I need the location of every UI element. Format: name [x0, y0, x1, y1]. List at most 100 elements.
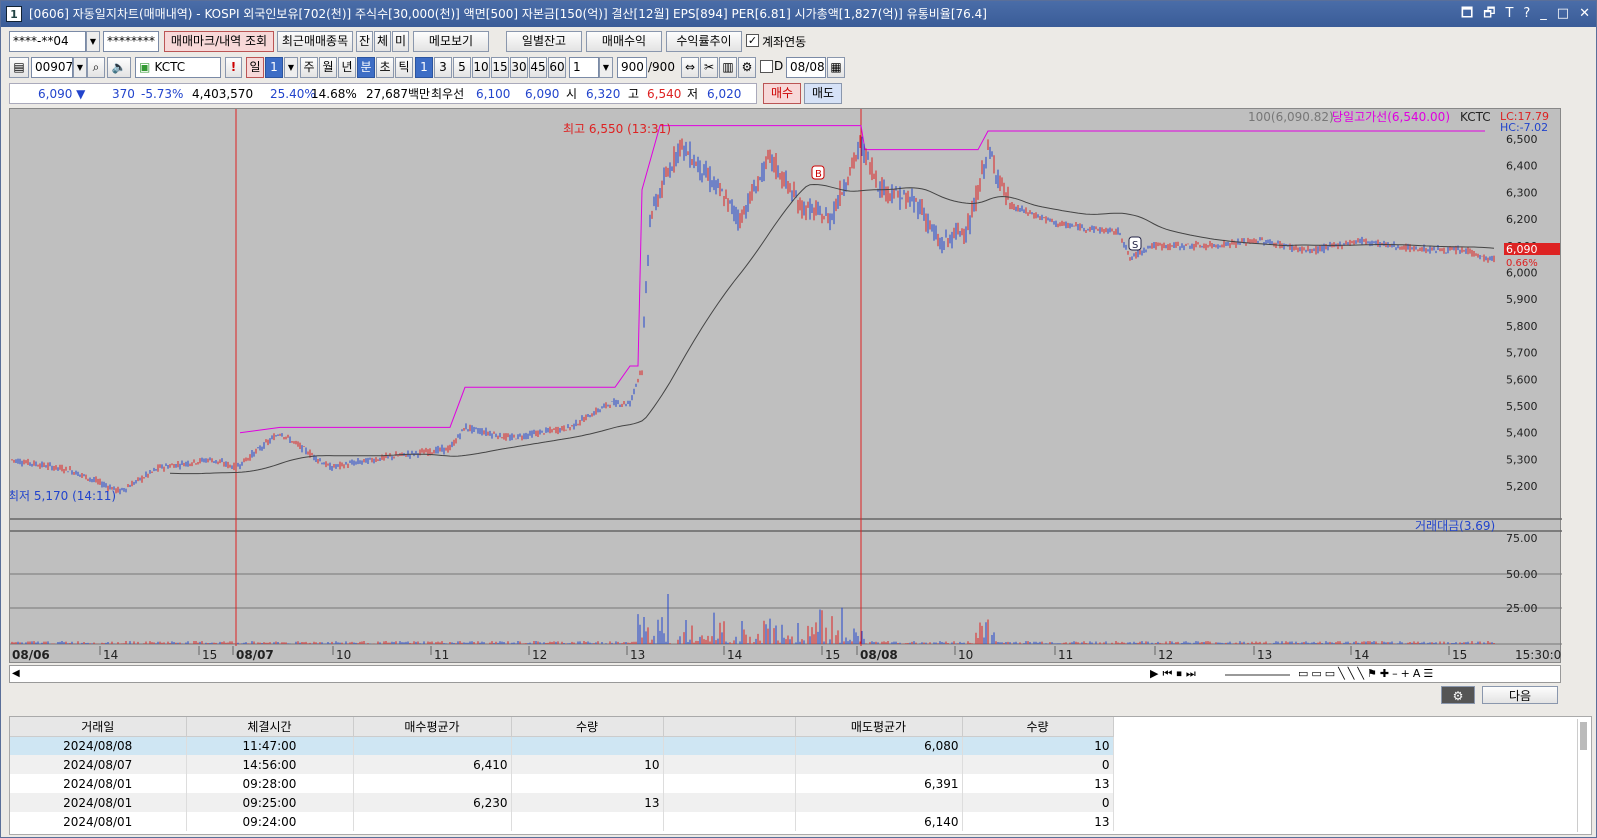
table-row[interactable]: 2024/08/01 09:25:00 6,230 13 0 — [10, 793, 1114, 812]
price-tick-label: 5,300 — [1506, 453, 1538, 466]
count-field[interactable]: 900 — [617, 57, 647, 78]
interval-field[interactable]: 1 — [569, 57, 599, 78]
balance-button[interactable]: 잔 — [356, 31, 373, 52]
table-cell: 10 — [962, 736, 1114, 755]
account-link-checkbox[interactable]: ✓ — [746, 34, 759, 47]
cursor-icon[interactable]: ✂ — [700, 57, 718, 78]
buy-marker[interactable]: B — [811, 165, 825, 180]
interval-dropdown-icon[interactable]: ▼ — [599, 57, 613, 78]
time-tick-label: 08/08 — [860, 648, 898, 662]
price-chart[interactable]: 6,5006,4006,3006,2006,1006,0005,9005,800… — [9, 108, 1562, 664]
col-buy-qty[interactable]: 수량 — [511, 717, 664, 737]
time-tick-label: 14 — [727, 648, 742, 662]
time-tick-label: 11 — [1058, 648, 1073, 662]
settings-icon[interactable]: ⚙ — [738, 57, 756, 78]
font-icon[interactable]: T — [1505, 1, 1513, 27]
restore-icon[interactable]: 🗗 — [1483, 1, 1495, 27]
zoom-icon[interactable]: ⇔ — [681, 57, 699, 78]
pin-icon[interactable]: 🗖 — [1461, 1, 1473, 27]
period-tick[interactable]: 틱 — [395, 57, 413, 78]
account-dropdown-icon[interactable]: ▼ — [86, 31, 100, 52]
col-sell-qty[interactable]: 수량 — [962, 717, 1114, 737]
executed-button[interactable]: 체 — [374, 31, 391, 52]
sell-marker[interactable]: S — [1128, 236, 1142, 251]
window-title: [0606] 자동일지차트(매매내역) - KOSPI 외국인보유[702(천)… — [29, 7, 987, 21]
sound-icon[interactable]: 🔈 — [107, 57, 131, 78]
search-icon[interactable]: ⌕ — [87, 57, 105, 78]
period-month[interactable]: 월 — [319, 57, 337, 78]
password-field[interactable]: ******** — [103, 31, 159, 52]
period-year[interactable]: 년 — [338, 57, 356, 78]
trade-marks-button[interactable]: 매매마크/내역 조회 — [164, 31, 274, 52]
scrollbar-thumb[interactable] — [1580, 722, 1587, 750]
alert-icon[interactable]: ! — [225, 57, 242, 78]
buy-button[interactable]: 매수 — [763, 83, 801, 104]
account-field[interactable]: ****-**04 — [9, 31, 86, 52]
return-trend-button[interactable]: 수익률추이 — [666, 31, 742, 52]
table-row[interactable]: 2024/08/01 09:24:00 6,140 13 — [10, 812, 1114, 831]
zoom-slider[interactable] — [1225, 674, 1290, 676]
sell-button[interactable]: 매도 — [804, 83, 842, 104]
col-exec-time[interactable]: 체결시간 — [186, 717, 354, 737]
window-controls: 🗖 🗗 T ? _ □ ✕ — [1461, 1, 1590, 27]
minute-1[interactable]: 1 — [415, 57, 433, 78]
high-value: 6,540 — [647, 87, 682, 101]
help-icon[interactable]: ? — [1523, 1, 1530, 27]
grid-settings-icon[interactable]: ⚙ — [1441, 686, 1475, 704]
scroll-left-icon[interactable]: ◀ — [12, 668, 20, 679]
stock-name-field[interactable]: ▣ KCTC — [135, 57, 221, 78]
chart-canvas[interactable]: 6,5006,4006,3006,2006,1006,0005,9005,800… — [10, 109, 1562, 664]
playback-icons[interactable]: ▶⏮⏹⏭ — [1150, 667, 1200, 681]
minute-45[interactable]: 45 — [529, 57, 547, 78]
price-tick-label: 5,400 — [1506, 427, 1538, 440]
quote-box: 6,090 ▼ 370 -5.73% 4,403,570 25.40% 14.6… — [9, 83, 757, 104]
table-row[interactable]: 2024/08/01 09:28:00 6,391 13 — [10, 774, 1114, 793]
high-label: 고 — [628, 87, 640, 101]
save-icon[interactable]: ▥ — [719, 57, 737, 78]
period-second[interactable]: 초 — [376, 57, 394, 78]
minute-60[interactable]: 60 — [548, 57, 566, 78]
col-trade-date[interactable]: 거래일 — [10, 717, 187, 737]
minimize-icon[interactable]: _ — [1540, 1, 1547, 27]
col-sell-avg[interactable]: 매도평균가 — [795, 717, 963, 737]
minute-30[interactable]: 30 — [510, 57, 528, 78]
period-week[interactable]: 주 — [300, 57, 318, 78]
minute-15[interactable]: 15 — [491, 57, 509, 78]
code-dropdown-icon[interactable]: ▼ — [73, 57, 87, 78]
next-button[interactable]: 다음 — [1482, 686, 1558, 704]
list-icon[interactable]: ▤ — [9, 57, 29, 78]
col-buy-avg[interactable]: 매수평균가 — [353, 717, 512, 737]
minute-3[interactable]: 3 — [434, 57, 452, 78]
calendar-icon[interactable]: ▦ — [827, 57, 845, 78]
table-row[interactable]: 2024/08/08 11:47:00 6,080 10 — [10, 736, 1114, 755]
close-icon[interactable]: ✕ — [1579, 1, 1590, 27]
period-dropdown-icon[interactable]: ▼ — [284, 57, 298, 78]
date-field[interactable]: 08/08 — [786, 57, 826, 78]
recent-stocks-button[interactable]: 최근매매종목 — [277, 31, 353, 52]
period-day[interactable]: 일 — [246, 57, 264, 78]
table-row[interactable]: 2024/08/07 14:56:00 6,410 10 0 — [10, 755, 1114, 774]
table-cell — [795, 793, 963, 812]
maximize-icon[interactable]: □ — [1557, 1, 1569, 27]
chart-tool-icons[interactable]: ▭▭▭╲╲╲⚑✚–+A☰ — [1298, 667, 1436, 680]
period-day-value[interactable]: 1 — [265, 57, 283, 78]
memo-button[interactable]: 메모보기 — [413, 31, 489, 52]
table-cell — [795, 755, 963, 774]
table-cell — [353, 774, 512, 793]
minute-5[interactable]: 5 — [453, 57, 471, 78]
title-bar: 1 [0606] 자동일지차트(매매내역) - KOSPI 외국인보유[702(… — [1, 1, 1596, 27]
unexecuted-button[interactable]: 미 — [392, 31, 409, 52]
daily-balance-button[interactable]: 일별잔고 — [506, 31, 582, 52]
window-number[interactable]: 1 — [6, 6, 22, 22]
price-tick-label: 5,600 — [1506, 373, 1538, 386]
trade-profit-button[interactable]: 매매수익 — [586, 31, 662, 52]
stock-code-field[interactable]: 009070 — [31, 57, 73, 78]
time-tick-label: 14 — [1354, 648, 1369, 662]
period-minute[interactable]: 분 — [357, 57, 375, 78]
table-cell — [511, 736, 664, 755]
minute-10[interactable]: 10 — [472, 57, 490, 78]
table-cell — [353, 812, 512, 831]
chart-scroll-toolbar[interactable]: ◀ ▶⏮⏹⏭ ▭▭▭╲╲╲⚑✚–+A☰ — [9, 665, 1561, 683]
table-scrollbar[interactable] — [1577, 719, 1589, 832]
date-checkbox[interactable] — [760, 60, 773, 73]
